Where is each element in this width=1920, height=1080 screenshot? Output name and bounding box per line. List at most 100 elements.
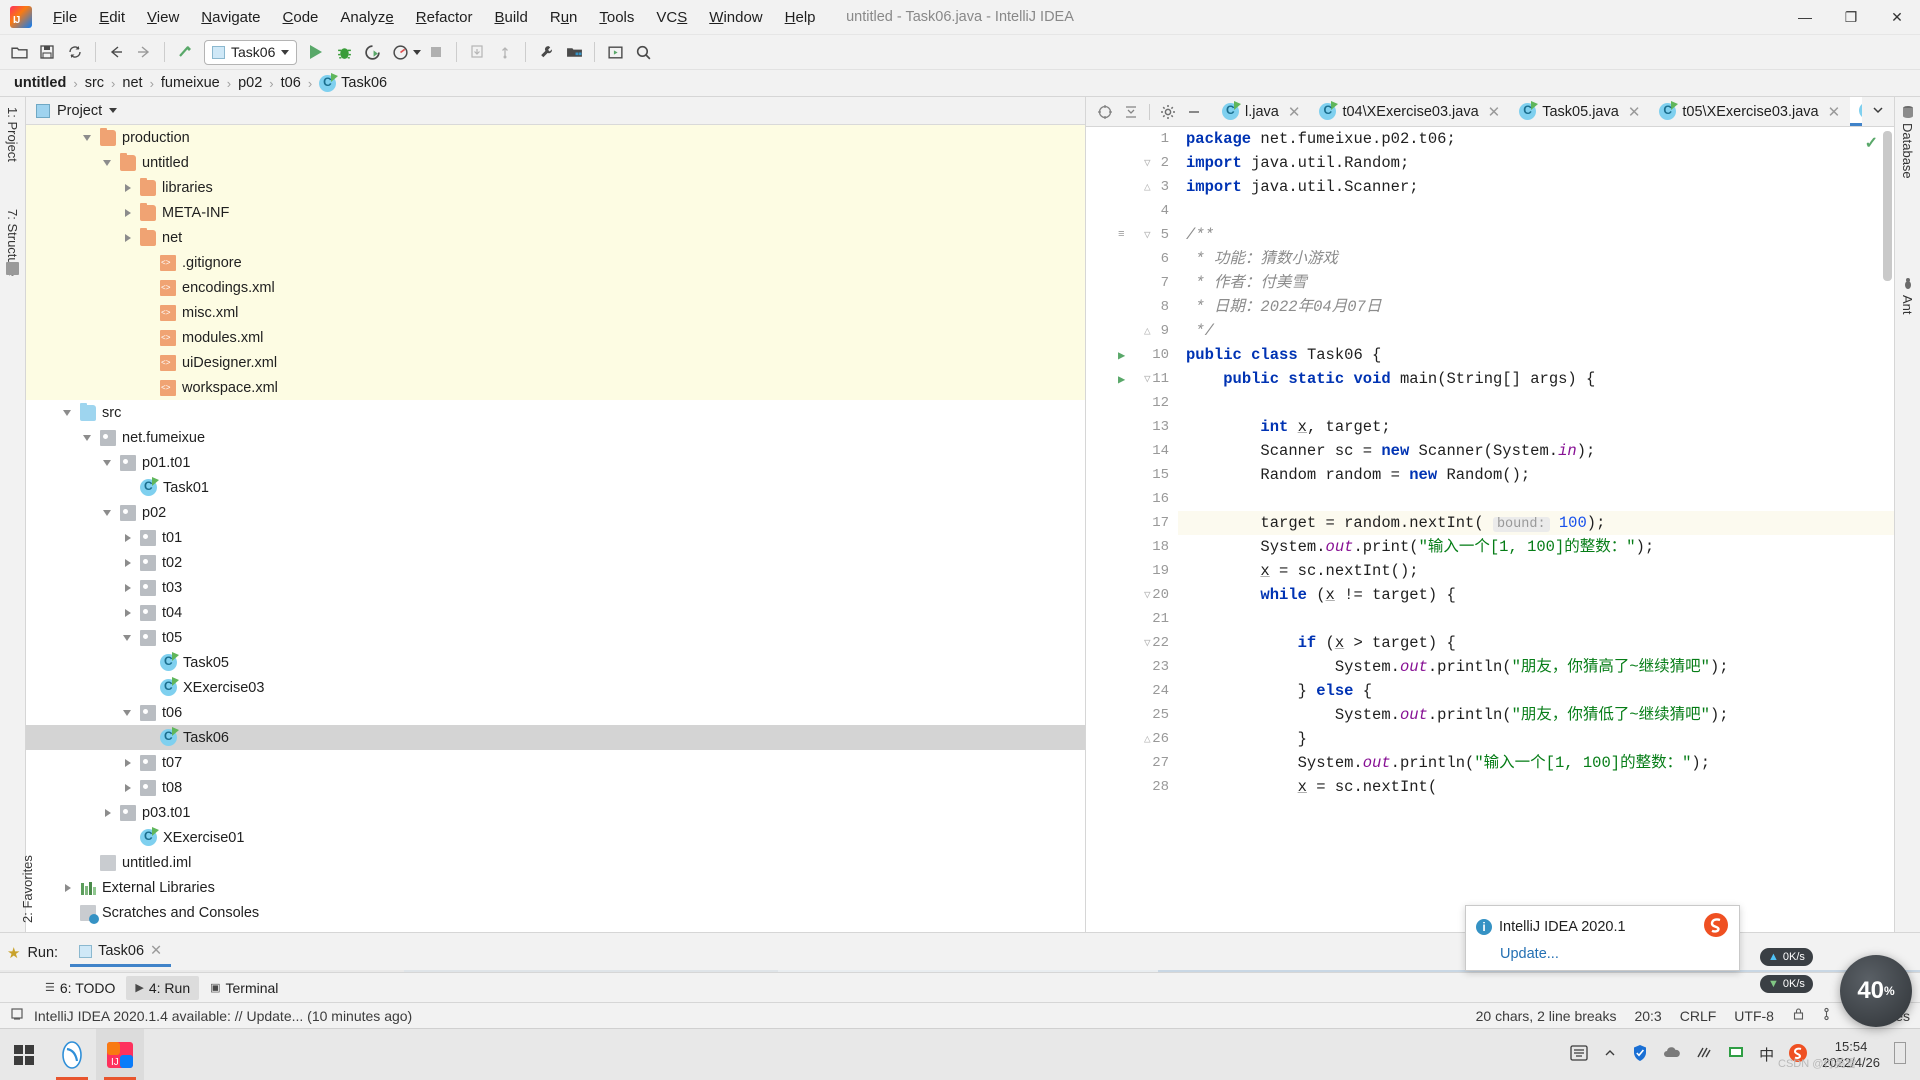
run-button[interactable] — [303, 39, 329, 65]
chevron-right-icon[interactable] — [102, 807, 114, 819]
chevron-right-icon[interactable] — [122, 582, 134, 594]
tree-item[interactable]: misc.xml — [26, 300, 1085, 325]
code-line-26[interactable]: } — [1178, 727, 1894, 751]
sidebar-item-database[interactable]: Database — [1900, 123, 1915, 179]
code-line-22[interactable]: if (x > target) { — [1178, 631, 1894, 655]
gutter-line-19[interactable]: 19 — [1086, 559, 1178, 583]
tree-item[interactable]: t08 — [26, 775, 1085, 800]
taskbar-app-sogou[interactable] — [48, 1029, 96, 1080]
gutter-line-2[interactable]: ▽ 2 — [1086, 151, 1178, 175]
tree-item[interactable]: t02 — [26, 550, 1085, 575]
chevron-down-icon[interactable] — [102, 157, 114, 169]
code-line-15[interactable]: Random random = new Random(); — [1178, 463, 1894, 487]
code-line-8[interactable]: * 日期：2022年04月07日 — [1178, 295, 1894, 319]
code-line-24[interactable]: } else { — [1178, 679, 1894, 703]
code-line-9[interactable]: */ — [1178, 319, 1894, 343]
tree-item[interactable]: t01 — [26, 525, 1085, 550]
menu-item-vcs[interactable]: VCS — [645, 5, 698, 30]
tree-item[interactable]: p03.t01 — [26, 800, 1085, 825]
editor-tab-t05-XExercise03-java[interactable]: t05\XExercise03.java ✕ — [1650, 97, 1850, 126]
debug-button[interactable] — [331, 39, 357, 65]
forward-arrow-icon[interactable] — [131, 39, 157, 65]
editor-tab-Task05-java[interactable]: Task05.java ✕ — [1510, 97, 1650, 126]
sidebar-item-project[interactable]: 1: Project — [5, 107, 20, 162]
gutter-line-18[interactable]: 18 — [1086, 535, 1178, 559]
fold-marker-icon[interactable]: △ — [1144, 180, 1151, 194]
tree-item[interactable]: libraries — [26, 175, 1085, 200]
editor-tab-l-java[interactable]: l.java ✕ — [1213, 97, 1310, 126]
menu-item-refactor[interactable]: Refactor — [405, 5, 484, 30]
tree-item[interactable]: untitled.iml — [26, 850, 1085, 875]
sync-icon[interactable] — [62, 39, 88, 65]
tree-item[interactable]: t06 — [26, 700, 1085, 725]
fold-marker-icon[interactable]: ▽ — [1144, 636, 1151, 650]
gutter-line-9[interactable]: △ 9 — [1086, 319, 1178, 343]
balloon-update-link[interactable]: Update... — [1466, 944, 1739, 970]
gutter-line-21[interactable]: 21 — [1086, 607, 1178, 631]
sidebar-item-ant[interactable]: Ant — [1900, 295, 1915, 315]
tree-item[interactable]: .gitignore — [26, 250, 1085, 275]
chevron-down-icon[interactable] — [102, 457, 114, 469]
code-line-13[interactable]: int x, target; — [1178, 415, 1894, 439]
tree-item[interactable]: Scratches and Consoles — [26, 900, 1085, 925]
ime-cn-icon[interactable]: 中 — [1759, 1044, 1774, 1065]
code-line-25[interactable]: System.out.println("朋友，你猜低了~继续猜吧"); — [1178, 703, 1894, 727]
chevron-right-icon[interactable] — [62, 882, 74, 894]
code-content[interactable]: package net.fumeixue.p02.t06; import java… — [1178, 127, 1894, 932]
gutter-line-4[interactable]: 4 — [1086, 199, 1178, 223]
tree-item[interactable]: production — [26, 125, 1085, 150]
breadcrumb-item-p02[interactable]: p02 — [234, 74, 266, 92]
gutter-line-5[interactable]: ≡ ▽ 5 — [1086, 223, 1178, 247]
code-line-4[interactable] — [1178, 199, 1894, 223]
code-line-10[interactable]: public class Task06 { — [1178, 343, 1894, 367]
gutter-line-16[interactable]: 16 — [1086, 487, 1178, 511]
menu-item-edit[interactable]: Edit — [88, 5, 136, 30]
gutter-line-17[interactable]: 17 — [1086, 511, 1178, 535]
shield-icon[interactable] — [1631, 1044, 1649, 1065]
chevron-right-icon[interactable] — [122, 532, 134, 544]
tree-item[interactable]: META-INF — [26, 200, 1085, 225]
breadcrumb-item-Task06[interactable]: Task06 — [315, 72, 391, 93]
menu-item-code[interactable]: Code — [272, 5, 330, 30]
update-project-icon[interactable] — [464, 39, 490, 65]
profiler-button[interactable] — [387, 39, 413, 65]
code-line-7[interactable]: * 作者：付美雪 — [1178, 271, 1894, 295]
fold-marker-icon[interactable]: ▽ — [1144, 156, 1151, 170]
hide-icon[interactable] — [1186, 104, 1202, 120]
tree-item[interactable]: Task06 — [26, 725, 1085, 750]
breadcrumb-item-t06[interactable]: t06 — [277, 74, 305, 92]
monitor-icon[interactable] — [1727, 1045, 1745, 1064]
close-icon[interactable]: ✕ — [150, 943, 162, 959]
tree-item[interactable]: net.fumeixue — [26, 425, 1085, 450]
gutter-line-7[interactable]: 7 — [1086, 271, 1178, 295]
save-all-icon[interactable] — [34, 39, 60, 65]
status-message[interactable]: IntelliJ IDEA 2020.1.4 available: // Upd… — [34, 1008, 412, 1024]
gutter-line-8[interactable]: 8 — [1086, 295, 1178, 319]
git-branch-icon[interactable] — [1823, 1007, 1836, 1024]
menu-item-window[interactable]: Window — [698, 5, 773, 30]
close-icon[interactable]: ✕ — [1488, 103, 1501, 121]
chevron-right-icon[interactable] — [122, 182, 134, 194]
open-folder-icon[interactable] — [6, 39, 32, 65]
maximize-button[interactable]: ❐ — [1828, 0, 1874, 34]
menu-item-help[interactable]: Help — [774, 5, 827, 30]
gutter-line-22[interactable]: ▽ 22 — [1086, 631, 1178, 655]
run-gutter-icon[interactable]: ▶ — [1118, 348, 1125, 363]
status-caret-position[interactable]: 20:3 — [1634, 1008, 1661, 1024]
build-hammer-icon[interactable] — [172, 39, 198, 65]
favorites-star-icon[interactable]: ★ — [0, 944, 27, 962]
code-editor[interactable]: 1 ▽ 2 △ 3 4 ≡ ▽ 5 6 7 8 △ 9 ▶ 10 ▶ ▽ 11 12 13 14 15 16 17 18 19 ▽ 20… — [1086, 127, 1894, 932]
status-notification-icon[interactable] — [10, 1007, 24, 1024]
back-arrow-icon[interactable] — [103, 39, 129, 65]
minimize-button[interactable]: — — [1782, 0, 1828, 34]
menu-item-file[interactable]: File — [42, 5, 88, 30]
commit-icon[interactable] — [492, 39, 518, 65]
close-icon[interactable]: ✕ — [1628, 103, 1641, 121]
gutter-line-10[interactable]: ▶ 10 — [1086, 343, 1178, 367]
status-encoding[interactable]: UTF-8 — [1734, 1008, 1774, 1024]
gutter-line-1[interactable]: 1 — [1086, 127, 1178, 151]
gutter-line-15[interactable]: 15 — [1086, 463, 1178, 487]
code-line-16[interactable] — [1178, 487, 1894, 511]
menu-item-navigate[interactable]: Navigate — [190, 5, 271, 30]
close-icon[interactable]: ✕ — [1828, 103, 1841, 121]
